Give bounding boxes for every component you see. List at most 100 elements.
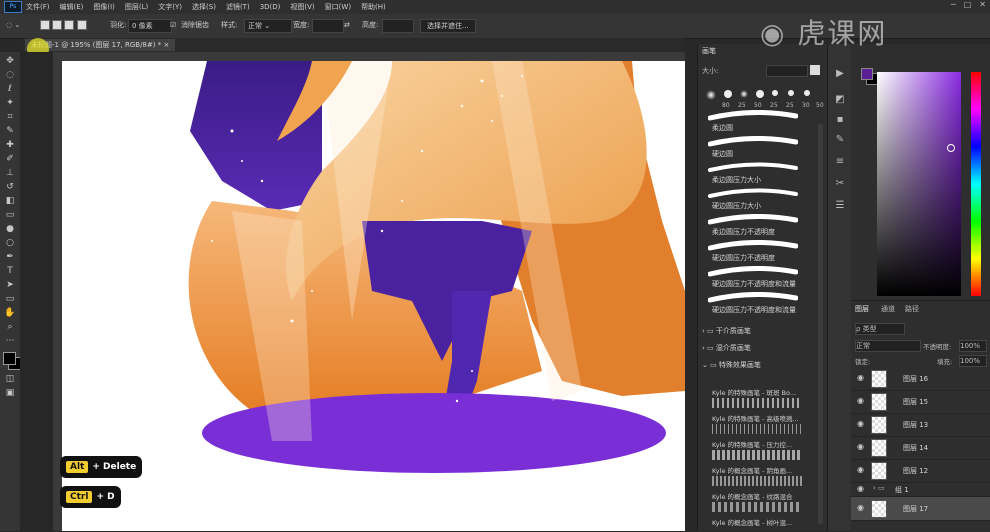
tab-layers[interactable]: 图层	[855, 304, 869, 314]
visibility-eye-icon[interactable]: ◉	[857, 484, 864, 493]
menu-window[interactable]: 窗口(W)	[325, 2, 351, 12]
brush-item[interactable]: 硬边圆压力不透明度和流量	[708, 292, 814, 318]
preset-dot[interactable]	[804, 90, 810, 96]
layer-group-row[interactable]: ◉ › ▭ 组 1	[851, 482, 990, 497]
style-select[interactable]: 正常 ⌄	[244, 19, 292, 33]
kyle-brush-item[interactable]: Kyle 的概念画笔 - 纹路混合	[712, 491, 793, 501]
add-selection-icon[interactable]	[52, 20, 63, 30]
adjustments-icon[interactable]: ◩	[834, 94, 846, 106]
kyle-brush-item[interactable]: Kyle 的特殊画笔 - 压力控...	[712, 439, 792, 449]
menu-view[interactable]: 视图(V)	[290, 2, 314, 12]
menu-3d[interactable]: 3D(D)	[260, 3, 281, 11]
brush-settings-icon[interactable]	[810, 65, 820, 75]
more-tools-icon[interactable]: ⋯	[4, 336, 16, 346]
kyle-brush-item[interactable]: Kyle 的概念画笔 - 阴角画...	[712, 465, 792, 475]
brush-item[interactable]: 硬边圆压力大小	[708, 188, 814, 214]
properties-icon[interactable]: ≡	[834, 156, 846, 168]
brush-tool-icon[interactable]: ✐	[4, 154, 16, 164]
rectangle-tool-icon[interactable]: ▭	[4, 294, 16, 304]
layer-row[interactable]: ◉ 图层 15	[851, 390, 990, 414]
move-tool-icon[interactable]: ✥	[4, 56, 16, 66]
preset-dot[interactable]	[724, 90, 732, 98]
brush-item[interactable]: 柔边圆	[708, 110, 814, 136]
feather-input[interactable]: 0 像素	[128, 19, 172, 33]
document-canvas[interactable]	[62, 61, 685, 531]
visibility-eye-icon[interactable]: ◉	[857, 442, 864, 451]
brush-item[interactable]: 柔边圆压力大小	[708, 162, 814, 188]
layer-row[interactable]: ◉ 图层 14	[851, 436, 990, 460]
menu-select[interactable]: 选择(S)	[192, 2, 216, 12]
preset-dot[interactable]	[706, 90, 716, 100]
blur-tool-icon[interactable]: ●	[4, 224, 16, 234]
menu-help[interactable]: 帮助(H)	[361, 2, 386, 12]
preset-dot[interactable]	[788, 90, 794, 96]
menu-file[interactable]: 文件(F)	[26, 2, 50, 12]
layer-row-selected[interactable]: ◉ 图层 17	[851, 497, 990, 521]
swap-icon[interactable]: ⇄	[344, 19, 350, 31]
antialias-checkbox[interactable]: ☑	[170, 19, 176, 31]
fill-input[interactable]: 100%	[959, 355, 987, 367]
clone-source-icon[interactable]: ☰	[834, 200, 846, 212]
kyle-brush-item[interactable]: Kyle 的特殊画笔 - 斑斑 Bo...	[712, 387, 796, 397]
menu-edit[interactable]: 编辑(E)	[60, 2, 84, 12]
tools-icon[interactable]: ✂	[834, 178, 846, 190]
visibility-eye-icon[interactable]: ◉	[857, 373, 864, 382]
hue-slider[interactable]	[971, 72, 981, 296]
visibility-eye-icon[interactable]: ◉	[857, 396, 864, 405]
color-picker-cursor[interactable]	[947, 144, 955, 152]
gradient-tool-icon[interactable]: ▭	[4, 210, 16, 220]
kyle-brush-item[interactable]: Kyle 的特殊画笔 - 高级喷溅...	[712, 413, 799, 423]
brush-scrollbar[interactable]	[818, 124, 823, 524]
type-tool-icon[interactable]: T	[4, 266, 16, 276]
width-input[interactable]	[312, 19, 344, 33]
crop-tool-icon[interactable]: ⌗	[4, 112, 16, 122]
brush-item[interactable]: 硬边圆	[708, 136, 814, 162]
tab-channels[interactable]: 通道	[881, 304, 895, 314]
brush-item[interactable]: 硬边圆压力不透明度	[708, 240, 814, 266]
brush-item[interactable]: 硬边圆压力不透明度和流量	[708, 266, 814, 292]
visibility-eye-icon[interactable]: ◉	[857, 419, 864, 428]
visibility-eye-icon[interactable]: ◉	[857, 503, 864, 512]
eraser-tool-icon[interactable]: ◧	[4, 196, 16, 206]
folder-dry-media[interactable]: › ▭ 干介质画笔	[702, 324, 751, 338]
height-input[interactable]	[382, 19, 414, 33]
close-icon[interactable]: ✕	[979, 0, 986, 9]
menu-layer[interactable]: 图层(L)	[125, 2, 148, 12]
foreground-color-swatch[interactable]	[3, 352, 16, 365]
pen-tool-icon[interactable]: ✒	[4, 252, 16, 262]
folder-wet-media[interactable]: › ▭ 湿介质画笔	[702, 341, 751, 355]
kyle-brush-item[interactable]: Kyle 的概念画笔 - 树叶混...	[712, 517, 792, 527]
clone-stamp-icon[interactable]: ⊥	[4, 168, 16, 178]
new-selection-icon[interactable]	[40, 20, 50, 30]
preset-dot[interactable]	[756, 90, 764, 98]
lasso-tool-icon[interactable]: ℓ	[4, 84, 16, 94]
brush-item[interactable]: 柔边圆压力不透明度	[708, 214, 814, 240]
tab-paths[interactable]: 路径	[905, 304, 919, 314]
layer-row[interactable]: ◉ 图层 16	[851, 367, 990, 391]
path-selection-icon[interactable]: ➤	[4, 280, 16, 290]
menu-image[interactable]: 图像(I)	[93, 2, 115, 12]
layer-filter-select[interactable]: ρ 类型	[855, 323, 905, 335]
menu-type[interactable]: 文字(Y)	[158, 2, 182, 12]
screen-mode-icon[interactable]: ▣	[4, 388, 16, 398]
marquee-tool-icon[interactable]: ◌ ⌄	[6, 19, 20, 31]
opacity-input[interactable]: 100%	[959, 340, 987, 352]
preset-dot[interactable]	[740, 90, 748, 98]
eyedropper-icon[interactable]: ✎	[4, 126, 16, 136]
layer-row[interactable]: ◉ 图层 12	[851, 459, 990, 483]
brush-panel-title[interactable]: 画笔	[702, 46, 716, 56]
visibility-eye-icon[interactable]: ◉	[857, 465, 864, 474]
play-icon[interactable]: ▶	[834, 68, 846, 80]
foreground-color-swatch[interactable]	[861, 68, 873, 80]
history-brush-icon[interactable]: ↺	[4, 182, 16, 192]
dodge-tool-icon[interactable]: ○	[4, 238, 16, 248]
blend-mode-select[interactable]: 正常	[855, 340, 921, 352]
intersect-selection-icon[interactable]	[76, 20, 87, 30]
subtract-selection-icon[interactable]	[64, 20, 75, 30]
select-and-mask-button[interactable]: 选择并遮住...	[420, 19, 476, 33]
marquee-tool-icon[interactable]: ◌	[4, 70, 16, 80]
brush-size-input[interactable]	[766, 65, 808, 77]
healing-brush-icon[interactable]: ✚	[4, 140, 16, 150]
saturation-brightness-field[interactable]	[877, 72, 961, 296]
maximize-icon[interactable]: □	[964, 0, 972, 9]
